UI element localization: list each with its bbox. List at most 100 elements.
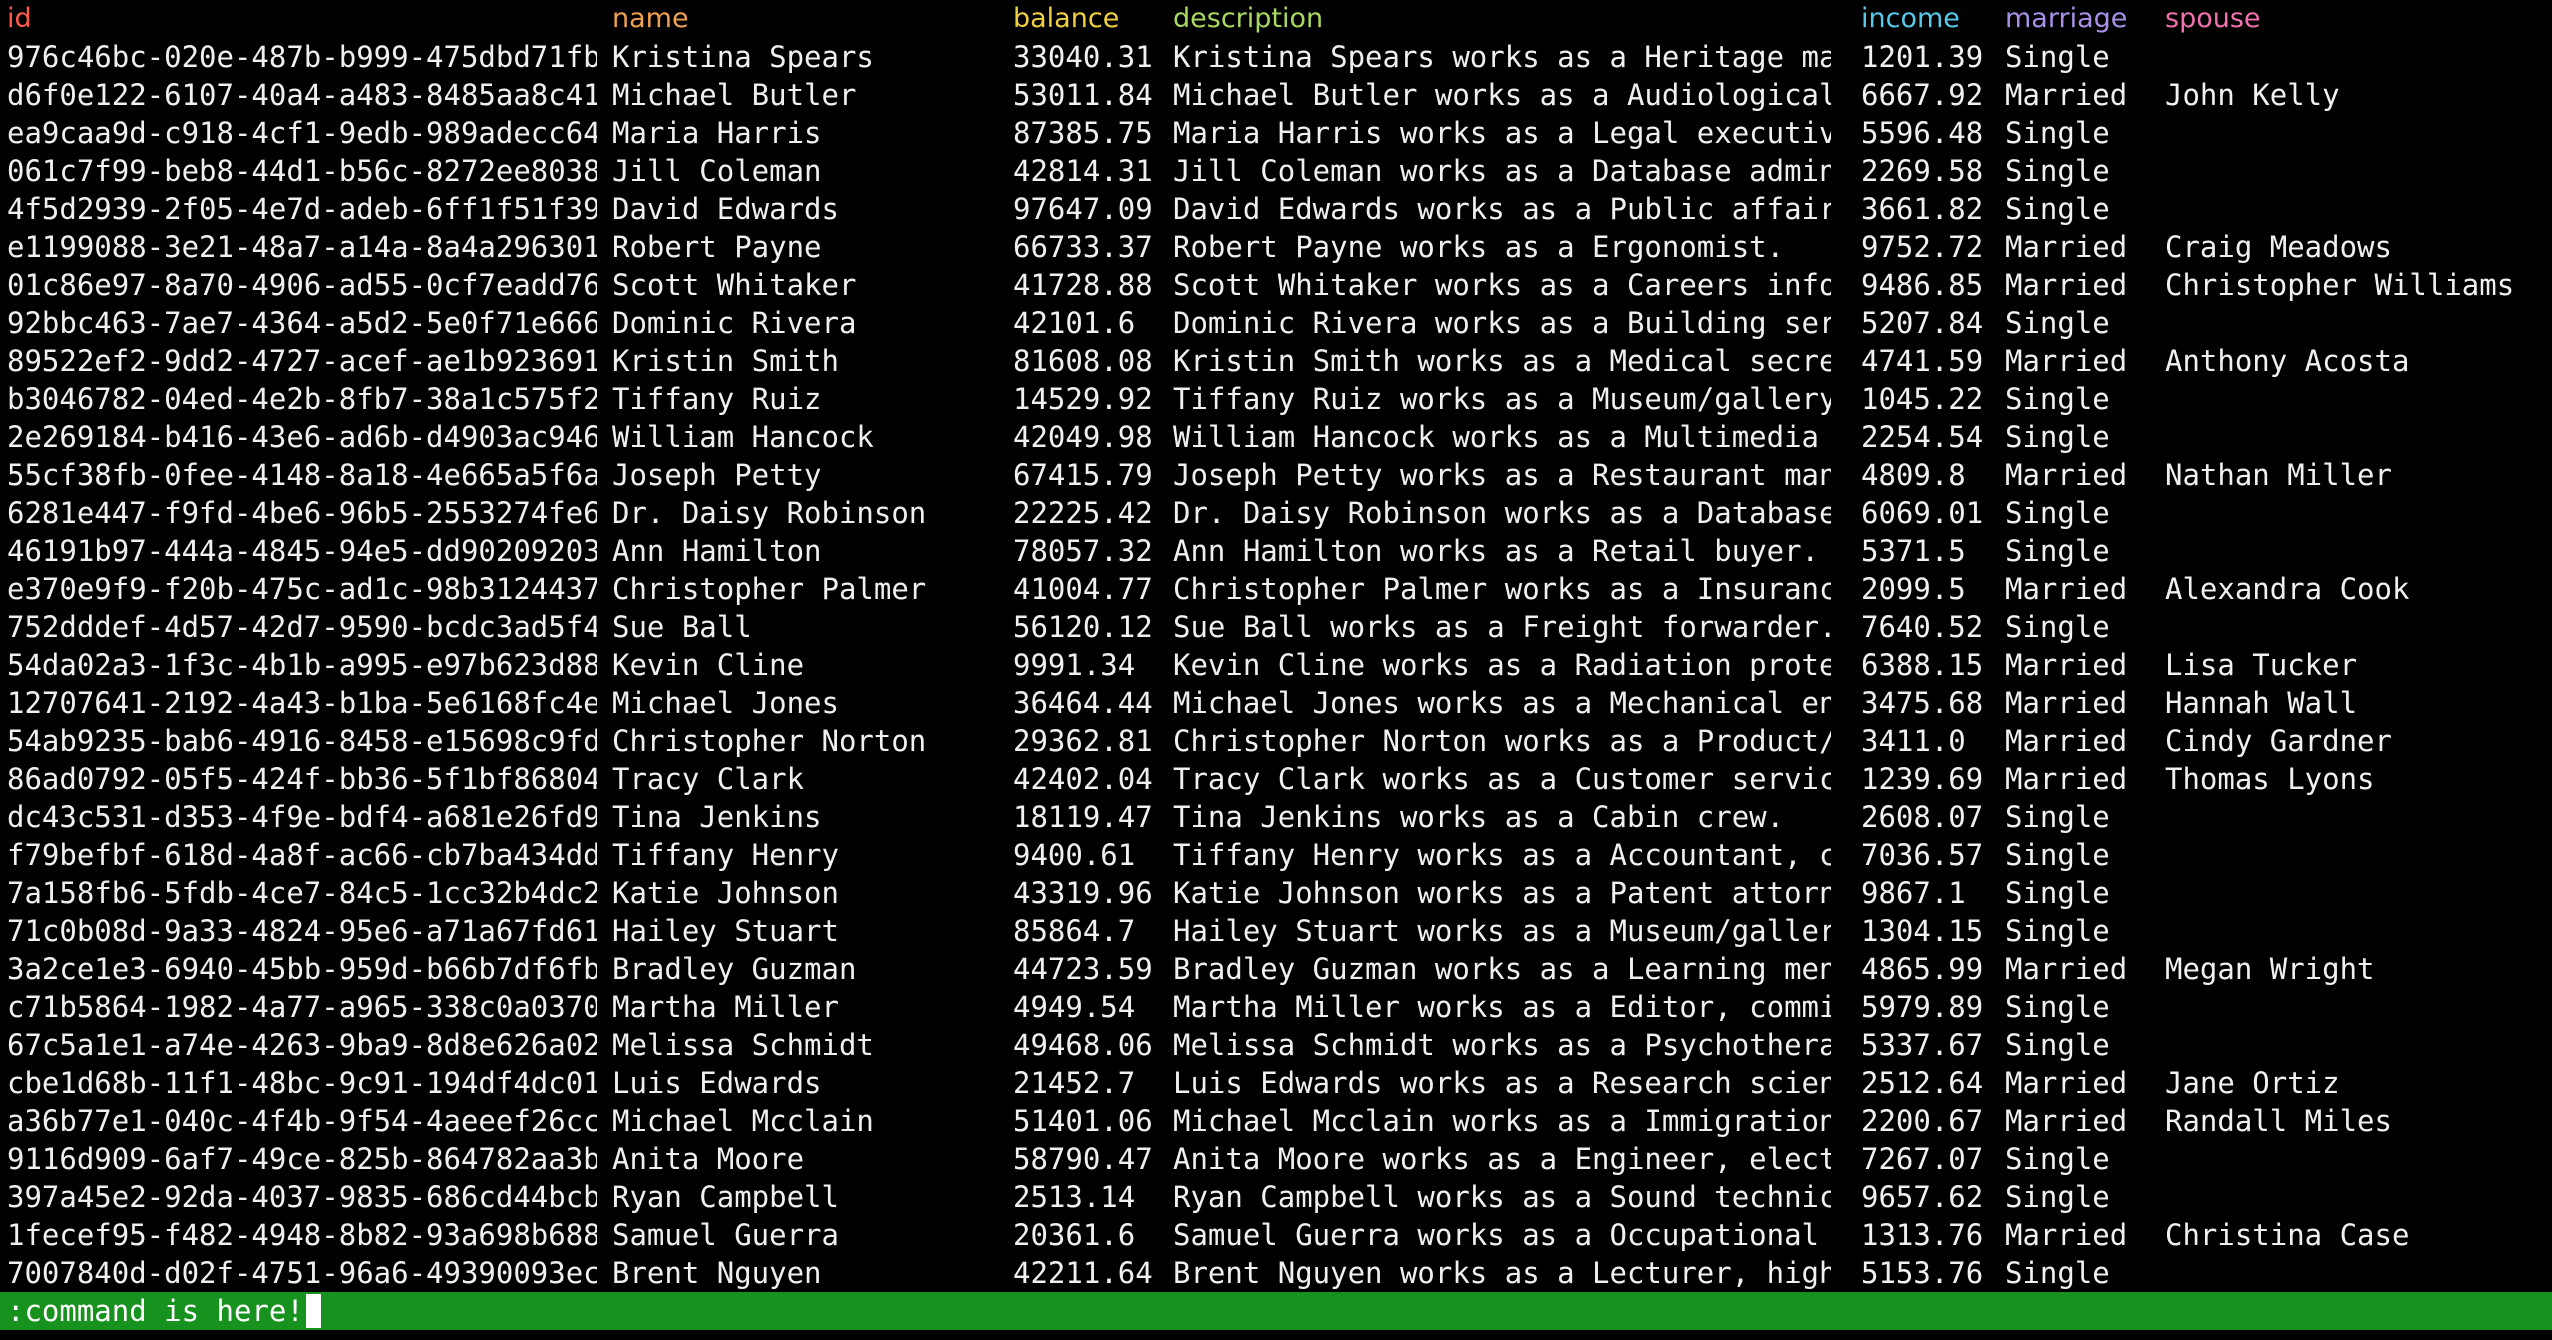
cell-balance: 97647.09 xyxy=(1013,192,1153,226)
command-line[interactable]: :command is here! xyxy=(0,1292,2552,1330)
cell-description: Robert Payne works as a Ergonomist. xyxy=(1173,230,1785,264)
cell-spouse xyxy=(2165,1178,2550,1216)
cell-marriage: Single xyxy=(2005,192,2110,226)
cell-name: Joseph Petty xyxy=(612,458,822,492)
cell-marriage: Married xyxy=(2005,268,2128,302)
column-header-id[interactable]: id xyxy=(7,0,597,38)
cell-id: e1199088-3e21-48a7-a14a-8a4a2963012b xyxy=(7,230,597,264)
cell-id: 6281e447-f9fd-4be6-96b5-2553274fe606 xyxy=(7,496,597,530)
column-header-income[interactable]: income xyxy=(1861,0,2001,38)
table-row[interactable]: 54ab9235-bab6-4916-8458-e15698c9fd47 Chri… xyxy=(0,722,2552,760)
cell-income: 5207.84 xyxy=(1861,306,1984,340)
cell-name: Tina Jenkins xyxy=(612,800,822,834)
cell-income: 9752.72 xyxy=(1861,230,1984,264)
cell-income: 6667.92 xyxy=(1861,78,1984,112)
cell-description: Brent Nguyen works as a Lecturer, higher xyxy=(1173,1256,1831,1290)
cell-id: d6f0e122-6107-40a4-a483-8485aa8c4111 xyxy=(7,78,597,112)
table-row[interactable]: d6f0e122-6107-40a4-a483-8485aa8c4111 Mich… xyxy=(0,76,2552,114)
cell-balance: 41004.77 xyxy=(1013,572,1153,606)
cell-id: 976c46bc-020e-487b-b999-475dbd71fb7f xyxy=(7,40,597,74)
cell-id: 92bbc463-7ae7-4364-a5d2-5e0f71e66661 xyxy=(7,306,597,340)
cell-income: 4741.59 xyxy=(1861,344,1984,378)
table-row[interactable]: 976c46bc-020e-487b-b999-475dbd71fb7f Kris… xyxy=(0,38,2552,76)
table-row[interactable]: 71c0b08d-9a33-4824-95e6-a71a67fd6160 Hail… xyxy=(0,912,2552,950)
cell-income: 2512.64 xyxy=(1861,1066,1984,1100)
table-row[interactable]: ea9caa9d-c918-4cf1-9edb-989adecc64d3 Mari… xyxy=(0,114,2552,152)
column-header-balance[interactable]: balance xyxy=(1013,0,1168,38)
cell-description: Kristina Spears works as a Heritage mana… xyxy=(1173,40,1831,74)
cell-spouse xyxy=(2165,912,2550,950)
table-row[interactable]: 7a158fb6-5fdb-4ce7-84c5-1cc32b4dc2c7 Kati… xyxy=(0,874,2552,912)
cell-income: 3411.0 xyxy=(1861,724,1966,758)
cell-id: dc43c531-d353-4f9e-bdf4-a681e26fd9c4 xyxy=(7,800,597,834)
cell-id: ea9caa9d-c918-4cf1-9edb-989adecc64d3 xyxy=(7,116,597,150)
table-row[interactable]: 46191b97-444a-4845-94e5-dd90209203e5 Ann … xyxy=(0,532,2552,570)
cell-name: Luis Edwards xyxy=(612,1066,822,1100)
cell-balance: 66733.37 xyxy=(1013,230,1153,264)
cell-description: Tiffany Henry works as a Accountant, cha… xyxy=(1173,838,1831,872)
table-row[interactable]: dc43c531-d353-4f9e-bdf4-a681e26fd9c4 Tina… xyxy=(0,798,2552,836)
cell-marriage: Married xyxy=(2005,572,2128,606)
cell-income: 2099.5 xyxy=(1861,572,1966,606)
cell-balance: 67415.79 xyxy=(1013,458,1153,492)
cell-spouse xyxy=(2165,38,2550,76)
cell-spouse: Lisa Tucker xyxy=(2165,648,2358,682)
column-header-spouse[interactable]: spouse xyxy=(2165,0,2550,38)
cell-balance: 81608.08 xyxy=(1013,344,1153,378)
table-row[interactable]: 67c5a1e1-a74e-4263-9ba9-8d8e626a02d8 Meli… xyxy=(0,1026,2552,1064)
cell-name: David Edwards xyxy=(612,192,839,226)
cell-name: Scott Whitaker xyxy=(612,268,857,302)
cell-id: 55cf38fb-0fee-4148-8a18-4e665a5f6a33 xyxy=(7,458,597,492)
cell-name: Tiffany Ruiz xyxy=(612,382,822,416)
cell-spouse xyxy=(2165,836,2550,874)
cell-spouse: Thomas Lyons xyxy=(2165,762,2375,796)
table-row[interactable]: b3046782-04ed-4e2b-8fb7-38a1c575f28f Tiff… xyxy=(0,380,2552,418)
table-row[interactable]: 752dddef-4d57-42d7-9590-bcdc3ad5f433 Sue … xyxy=(0,608,2552,646)
cell-income: 2200.67 xyxy=(1861,1104,1984,1138)
table-row[interactable]: c71b5864-1982-4a77-a965-338c0a03706c Mart… xyxy=(0,988,2552,1026)
table-row[interactable]: e370e9f9-f20b-475c-ad1c-98b31244374b Chri… xyxy=(0,570,2552,608)
table-row[interactable]: cbe1d68b-11f1-48bc-9c91-194df4dc0153 Luis… xyxy=(0,1064,2552,1102)
table-row[interactable]: 92bbc463-7ae7-4364-a5d2-5e0f71e66661 Domi… xyxy=(0,304,2552,342)
cell-marriage: Single xyxy=(2005,306,2110,340)
table-row[interactable]: 397a45e2-92da-4037-9835-686cd44bcb08 Ryan… xyxy=(0,1178,2552,1216)
cell-spouse: Anthony Acosta xyxy=(2165,344,2410,378)
table-row[interactable]: e1199088-3e21-48a7-a14a-8a4a2963012b Robe… xyxy=(0,228,2552,266)
table-row[interactable]: 86ad0792-05f5-424f-bb36-5f1bf86804f2 Trac… xyxy=(0,760,2552,798)
table-row[interactable]: 6281e447-f9fd-4be6-96b5-2553274fe606 Dr. … xyxy=(0,494,2552,532)
cell-id: 752dddef-4d57-42d7-9590-bcdc3ad5f433 xyxy=(7,610,597,644)
table-row[interactable]: 9116d909-6af7-49ce-825b-864782aa3bdf Anit… xyxy=(0,1140,2552,1178)
table-row[interactable]: 12707641-2192-4a43-b1ba-5e6168fc4ede Mich… xyxy=(0,684,2552,722)
cell-name: Samuel Guerra xyxy=(612,1218,839,1252)
table-row[interactable]: f79befbf-618d-4a8f-ac66-cb7ba434dd9b Tiff… xyxy=(0,836,2552,874)
table-row[interactable]: 89522ef2-9dd2-4727-acef-ae1b923691e2 Kris… xyxy=(0,342,2552,380)
table-row[interactable]: 061c7f99-beb8-44d1-b56c-8272ee803831 Jill… xyxy=(0,152,2552,190)
table-row[interactable]: a36b77e1-040c-4f4b-9f54-4aeeef26cc47 Mich… xyxy=(0,1102,2552,1140)
cell-spouse xyxy=(2165,608,2550,646)
table-row[interactable]: 54da02a3-1f3c-4b1b-a995-e97b623d883b Kevi… xyxy=(0,646,2552,684)
table-row[interactable]: 01c86e97-8a70-4906-ad55-0cf7eadd766c Scot… xyxy=(0,266,2552,304)
cell-income: 2608.07 xyxy=(1861,800,1984,834)
cell-description: Samuel Guerra works as a Occupational hy… xyxy=(1173,1218,1831,1252)
table-row[interactable]: 3a2ce1e3-6940-45bb-959d-b66b7df6fbc9 Brad… xyxy=(0,950,2552,988)
command-text[interactable]: :command is here! xyxy=(7,1294,304,1328)
cell-spouse: Christina Case xyxy=(2165,1218,2410,1252)
table-row[interactable]: 2e269184-b416-43e6-ad6b-d4903ac946e6 Will… xyxy=(0,418,2552,456)
cell-spouse xyxy=(2165,1254,2550,1292)
cell-spouse xyxy=(2165,532,2550,570)
table-row[interactable]: 7007840d-d02f-4751-96a6-49390093ec02 Bren… xyxy=(0,1254,2552,1292)
column-header-marriage[interactable]: marriage xyxy=(2005,0,2160,38)
cell-marriage: Single xyxy=(2005,876,2110,910)
column-header-description[interactable]: description xyxy=(1173,0,1831,38)
table-row[interactable]: 4f5d2939-2f05-4e7d-adeb-6ff1f51f3999 Davi… xyxy=(0,190,2552,228)
column-header-name[interactable]: name xyxy=(612,0,1002,38)
table-row[interactable]: 1fecef95-f482-4948-8b82-93a698b688f3 Samu… xyxy=(0,1216,2552,1254)
cell-spouse: Christopher Williams xyxy=(2165,268,2515,302)
cell-spouse: Alexandra Cook xyxy=(2165,572,2410,606)
cell-income: 7036.57 xyxy=(1861,838,1984,872)
cell-description: Tina Jenkins works as a Cabin crew. xyxy=(1173,800,1785,834)
cell-marriage: Single xyxy=(2005,990,2110,1024)
table-row[interactable]: 55cf38fb-0fee-4148-8a18-4e665a5f6a33 Jose… xyxy=(0,456,2552,494)
cell-name: Brent Nguyen xyxy=(612,1256,822,1290)
cell-id: 86ad0792-05f5-424f-bb36-5f1bf86804f2 xyxy=(7,762,597,796)
